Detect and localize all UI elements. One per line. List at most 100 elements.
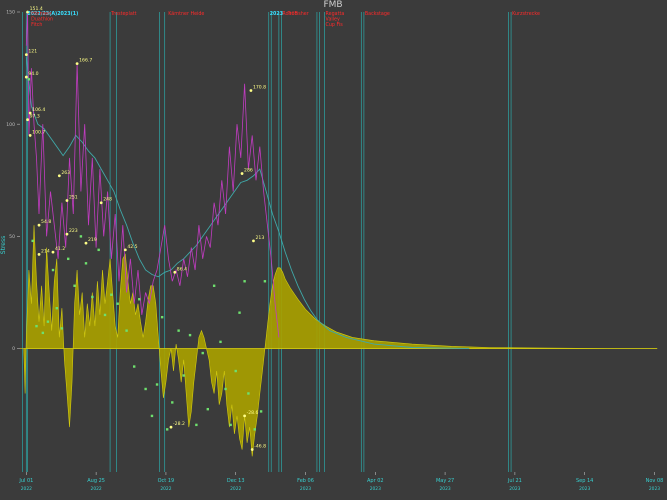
green-point [247,392,250,395]
green-point [188,333,192,337]
x-tick-label: Apr 02 [367,478,384,484]
annotation-marker [84,241,88,245]
green-point [27,78,31,81]
green-point [116,302,119,305]
green-point [155,383,159,386]
green-point [125,329,128,332]
x-tick-label: Dec 13 [227,478,245,484]
x-tick-year: 2023 [300,486,311,492]
event-label: Regatta [326,11,345,17]
form-series [20,225,658,457]
x-tick-year: 2023 [579,486,590,492]
green-point [133,365,136,368]
event-label: Valley [326,17,340,23]
event-labels: 2022/23(A)2023(1)HörnleinDuathlonFitchTr… [27,11,540,28]
annotation-marker [243,414,246,418]
annotation-marker [240,172,244,175]
event-label: Kurzstrecke [512,11,540,17]
annotation-marker [57,174,61,178]
event-label: Tri Fisher [286,11,308,17]
green-point [201,351,204,355]
annotation-label: 214 [41,248,50,254]
green-point [165,428,169,431]
x-tick-year: 2023 [649,486,660,492]
x-tick-year: 2023 [509,486,520,492]
green-point [150,414,154,418]
annotation-label: 42.5 [127,244,137,250]
annotation-marker [99,201,103,205]
annotation-label: -28.2 [173,421,185,427]
annotation-label: 94.0 [28,71,38,77]
annotation-label: 286 [244,168,253,174]
chart-title: FMB [323,0,342,10]
annotation-marker [51,250,55,254]
x-tick-label: Jul 21 [507,478,522,484]
annotation-label: 248 [103,197,112,203]
annotation-marker [173,270,177,274]
event-label: Hörnlein [31,11,51,17]
green-point [243,280,246,283]
green-point [110,293,113,296]
green-point [46,320,50,323]
annotation-label: 219 [88,237,97,243]
annotation-marker [28,134,32,137]
x-tick-label: Sep 14 [576,478,593,484]
annotation-marker [24,53,28,57]
green-point [206,407,210,411]
green-point [234,369,237,373]
green-point [259,410,263,413]
green-point [171,401,174,404]
x-tick-label: Aug 25 [87,478,105,484]
event-label: Trosteplatt [110,11,137,17]
green-point [182,374,185,377]
form-chart: FMB Stress 121151.494.0106.4100.797.354.… [0,0,664,492]
annotation-marker [26,118,30,122]
annotation-marker [65,232,69,236]
annotation-marker [65,199,69,202]
y-axis-label: Stress [0,236,7,254]
x-tick-label: Oct 19 [158,478,175,484]
form-area [23,225,658,457]
x-tick-year: 2022 [91,486,102,492]
x-tick-label: Nov 08 [646,478,664,484]
green-point [138,298,141,301]
event-label: Backstage [365,11,390,17]
annotation-label: 223 [69,228,78,234]
green-point [55,306,58,310]
green-point [224,387,227,391]
annotation-label: -28.6 [247,410,259,416]
annotation-label: 97.3 [30,114,40,120]
green-point [79,235,83,238]
green-point [160,315,164,319]
green-point [60,327,64,330]
annotation-label: 121 [28,49,37,55]
x-tick-label: Jul 01 [18,478,33,484]
chart-window: FMB Stress 121 151.4 94.0 106.4 100.7 97.3 54.… [0,0,667,500]
green-point [253,428,256,431]
event-label: Cup Fis [326,22,344,28]
annotation-label: 106.4 [32,107,45,113]
x-tick-year: 2022 [21,486,32,492]
y-tick-label: 50 [9,234,15,240]
annotation-marker [169,425,173,429]
annotation-label: 166.7 [79,58,92,64]
green-point [84,262,88,265]
event-label: Duathlon [31,17,53,23]
x-tick-year: 2023 [439,486,450,492]
x-tick-year: 2023 [370,486,381,492]
event-label: 2023 [270,11,283,17]
annotation-label: 251 [69,194,78,200]
x-tick-year: 2022 [230,486,241,492]
green-point [238,311,241,314]
event-label: Fitch [31,22,42,28]
green-point [144,387,147,391]
green-point [35,324,38,328]
green-point [51,268,55,272]
green-point [219,340,222,344]
annotation-marker [24,75,28,79]
x-tick-label: Feb 06 [297,478,314,484]
annotation-label: 100.7 [32,129,45,135]
x-tick-year: 2022 [160,486,171,492]
event-label: Kärntner Heide [168,11,204,17]
green-point [31,239,34,243]
